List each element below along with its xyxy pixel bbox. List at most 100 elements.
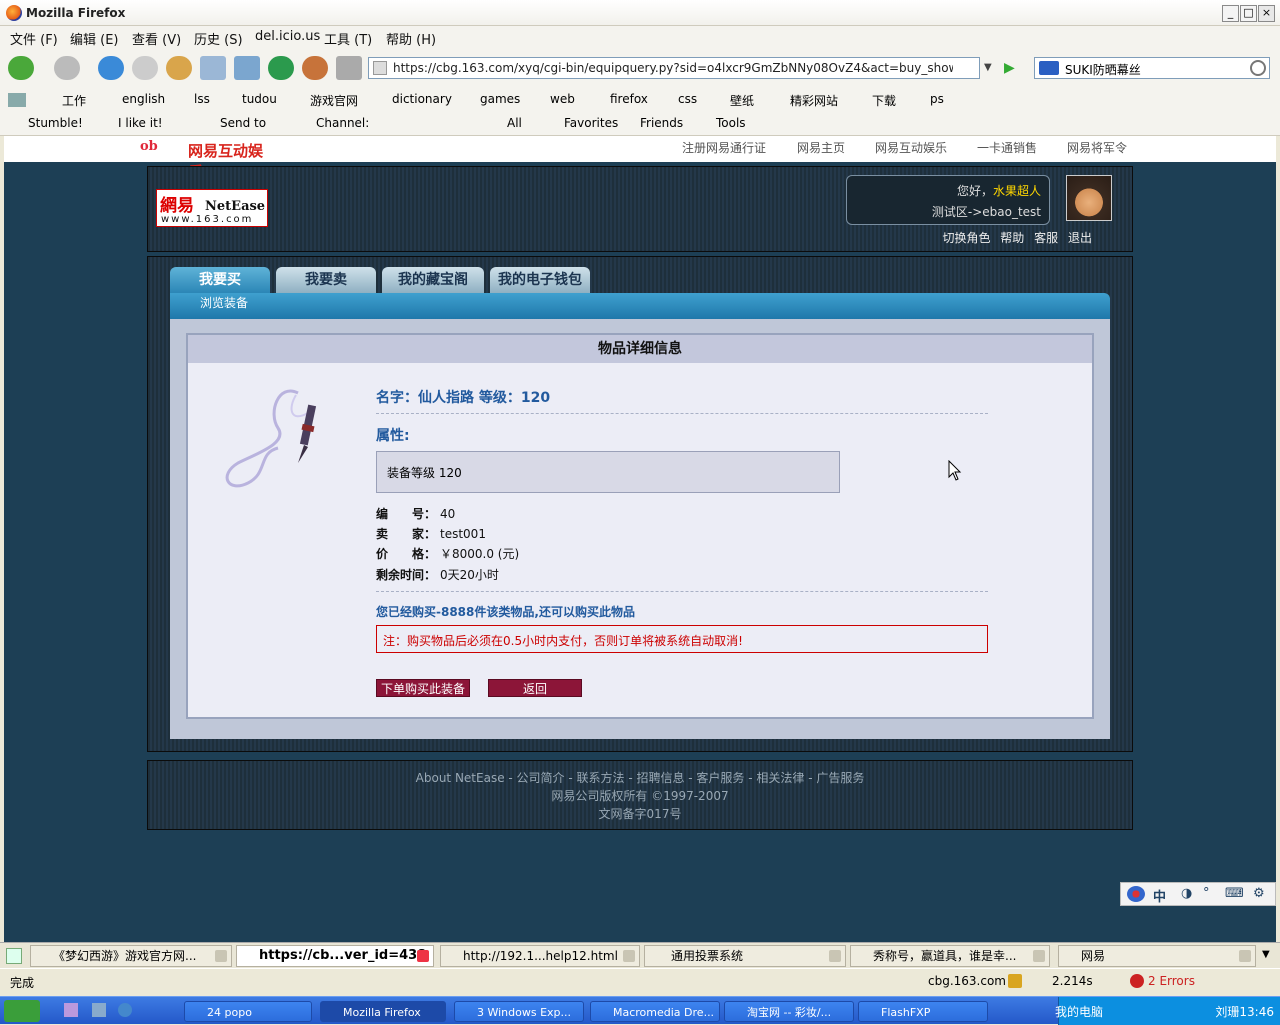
- error-icon[interactable]: [1130, 974, 1144, 988]
- stop-icon[interactable]: [132, 56, 158, 80]
- close-tab-icon[interactable]: [417, 950, 429, 962]
- start-button[interactable]: [4, 1000, 40, 1022]
- menu-delicious[interactable]: del.icio.us: [255, 29, 320, 44]
- support-link[interactable]: 客服: [1034, 231, 1058, 245]
- tab-buy[interactable]: 我要买: [170, 267, 270, 293]
- help-link[interactable]: 帮助: [1000, 231, 1024, 245]
- menu-file[interactable]: 文件 (F): [10, 29, 58, 48]
- close-button[interactable]: ×: [1258, 5, 1275, 22]
- menu-edit[interactable]: 编辑 (E): [70, 29, 119, 48]
- logout-link[interactable]: 退出: [1068, 231, 1092, 245]
- browser-tab[interactable]: 秀称号，赢道具，谁是幸...: [850, 945, 1050, 967]
- friends-button[interactable]: Friends: [640, 116, 683, 130]
- url-bar[interactable]: https://cbg.163.com/xyq/cgi-bin/equipque…: [368, 57, 980, 79]
- send-to-button[interactable]: Send to: [220, 116, 266, 130]
- bookmark-folder[interactable]: firefox: [610, 92, 648, 106]
- netease-games-logo[interactable]: ob 网易互动娱乐: [140, 139, 275, 181]
- bookmark-folder[interactable]: css: [678, 92, 697, 106]
- general-token-link[interactable]: 网易将军令: [1067, 139, 1127, 156]
- minimize-button[interactable]: _: [1222, 5, 1239, 22]
- stumbleupon-icon[interactable]: [268, 56, 294, 80]
- browser-tab[interactable]: 《梦幻西游》游戏官方网...: [30, 945, 232, 967]
- footer-links[interactable]: About NetEase - 公司简介 - 联系方法 - 招聘信息 - 客户服…: [148, 769, 1132, 786]
- close-tab-icon[interactable]: [1239, 950, 1251, 962]
- forward-icon[interactable]: [54, 56, 80, 80]
- tools-dropdown[interactable]: Tools: [716, 116, 746, 130]
- home-icon[interactable]: [166, 56, 192, 80]
- taskbar-item[interactable]: 3 Windows Exp...: [454, 1001, 584, 1022]
- reload-icon[interactable]: [98, 56, 124, 80]
- search-icon[interactable]: [1250, 60, 1266, 76]
- calendar-icon[interactable]: [200, 56, 226, 80]
- settings-icon[interactable]: ⚙: [1253, 886, 1265, 901]
- back-button[interactable]: 返回: [488, 679, 582, 697]
- bookmark-folder[interactable]: ps: [930, 92, 944, 106]
- bookmark-folder[interactable]: english: [122, 92, 165, 106]
- card-sales-link[interactable]: 一卡通销售: [977, 139, 1037, 156]
- maximize-button[interactable]: □: [1240, 5, 1257, 22]
- browser-tab-active[interactable]: https://cb...ver_id=438: [236, 945, 434, 967]
- tag-icon[interactable]: [336, 56, 362, 80]
- ime-punct-icon[interactable]: ◑: [1181, 886, 1192, 901]
- search-input[interactable]: SUKI防晒幕丝: [1034, 57, 1270, 79]
- bookmark-folder[interactable]: 下载: [872, 92, 896, 109]
- like-button[interactable]: I like it!: [118, 116, 163, 130]
- browser-tab[interactable]: http://192.1...help12.html: [440, 945, 640, 967]
- bookmark-folder[interactable]: games: [480, 92, 520, 106]
- tab-sell[interactable]: 我要卖: [276, 267, 376, 293]
- ime-mode[interactable]: 中: [1153, 886, 1166, 905]
- lock-icon[interactable]: [1008, 974, 1022, 988]
- browser-tab[interactable]: 网易: [1058, 945, 1256, 967]
- tab-my-wallet[interactable]: 我的电子钱包: [490, 267, 590, 293]
- taskbar-item[interactable]: 24 popo: [184, 1001, 312, 1022]
- quicklaunch-icon[interactable]: [118, 1003, 132, 1017]
- sidebar-icon[interactable]: [234, 56, 260, 80]
- bookmark-folder[interactable]: dictionary: [392, 92, 452, 106]
- close-tab-icon[interactable]: [215, 950, 227, 962]
- channel-all-dropdown[interactable]: All: [507, 116, 522, 130]
- close-tab-icon[interactable]: [1033, 950, 1045, 962]
- bookmark-folder[interactable]: lss: [194, 92, 210, 106]
- ime-toolbar[interactable]: 中 ◑ ° ⌨ ⚙: [1120, 882, 1276, 906]
- browser-tab[interactable]: 通用投票系统: [644, 945, 846, 967]
- tab-list-icon[interactable]: ▼: [1262, 949, 1270, 960]
- new-tab-icon[interactable]: [6, 948, 22, 964]
- back-icon[interactable]: [8, 56, 34, 80]
- close-tab-icon[interactable]: [623, 950, 635, 962]
- bug-icon[interactable]: [302, 56, 328, 80]
- quicklaunch-icon[interactable]: [92, 1003, 106, 1017]
- bookmark-folder[interactable]: tudou: [242, 92, 277, 106]
- buy-button[interactable]: 下单购买此装备: [376, 679, 470, 697]
- tab-my-treasure[interactable]: 我的藏宝阁: [382, 267, 484, 293]
- taskbar-item[interactable]: 淘宝网 -- 彩妆/...: [724, 1001, 854, 1022]
- search-engine-icon[interactable]: [1039, 61, 1059, 75]
- menu-help[interactable]: 帮助 (H): [386, 29, 436, 48]
- stumble-button[interactable]: Stumble!: [28, 116, 83, 130]
- bookmark-folder[interactable]: 壁纸: [730, 92, 754, 109]
- homepage-link[interactable]: 网易主页: [797, 139, 845, 156]
- ime-dot-icon[interactable]: °: [1203, 886, 1210, 901]
- error-count[interactable]: 2 Errors: [1148, 974, 1195, 988]
- bookmark-folder[interactable]: web: [550, 92, 575, 106]
- bookmark-folder[interactable]: 精彩网站: [790, 92, 838, 109]
- my-computer-label[interactable]: 我的电脑: [1055, 1003, 1103, 1020]
- register-link[interactable]: 注册网易通行证: [682, 139, 766, 156]
- switch-role-link[interactable]: 切换角色: [942, 231, 990, 245]
- bookmarks-menu-icon[interactable]: [8, 93, 26, 107]
- menu-history[interactable]: 历史 (S): [194, 29, 243, 48]
- go-icon[interactable]: ▶: [1004, 60, 1020, 76]
- favorites-button[interactable]: Favorites: [564, 116, 618, 130]
- taskbar-item[interactable]: FlashFXP: [858, 1001, 988, 1022]
- url-dropdown-icon[interactable]: ▼: [984, 57, 998, 79]
- bookmark-folder[interactable]: 工作: [62, 92, 86, 109]
- netease-logo[interactable]: 網易 NetEase www.163.com: [156, 189, 268, 227]
- taskbar-item[interactable]: Macromedia Dre...: [590, 1001, 720, 1022]
- close-tab-icon[interactable]: [829, 950, 841, 962]
- quicklaunch-icon[interactable]: [64, 1003, 78, 1017]
- keyboard-icon[interactable]: ⌨: [1225, 886, 1244, 901]
- taskbar-item-active[interactable]: Mozilla Firefox: [320, 1001, 446, 1022]
- bookmark-folder[interactable]: 游戏官网: [310, 92, 358, 109]
- subtab-browse-equipment[interactable]: 浏览装备: [200, 294, 248, 311]
- games-link[interactable]: 网易互动娱乐: [875, 139, 947, 156]
- menu-tools[interactable]: 工具 (T): [324, 29, 372, 48]
